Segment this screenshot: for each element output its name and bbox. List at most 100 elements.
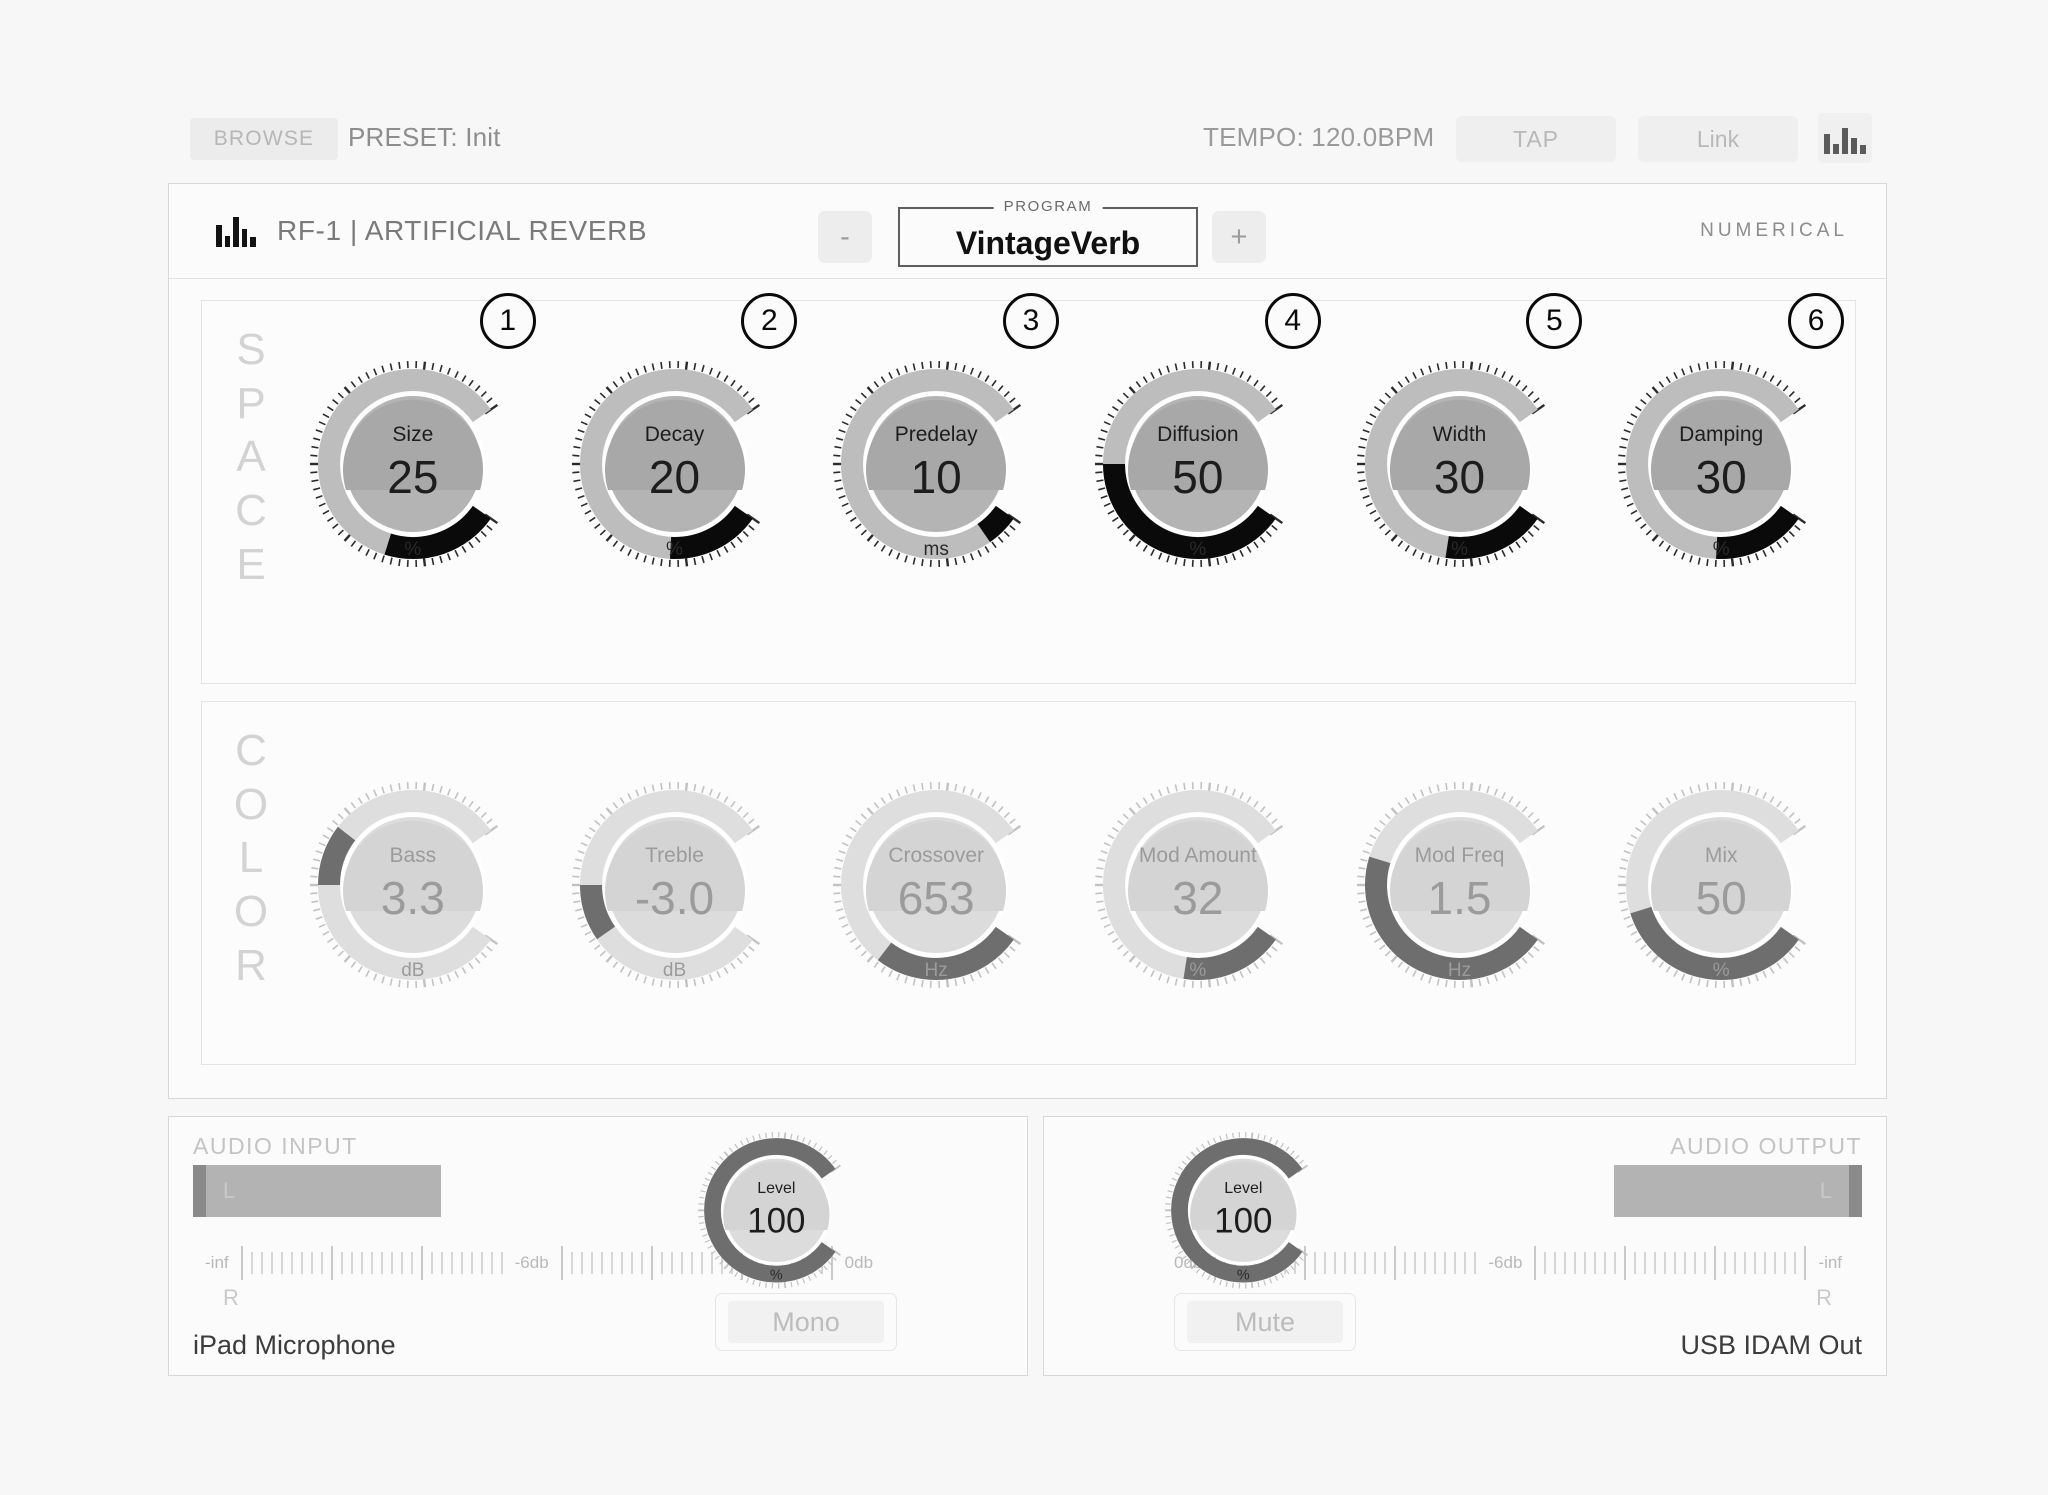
- knob-crossover[interactable]: Crossover 653 Hz: [829, 778, 1043, 992]
- mono-button[interactable]: Mono: [715, 1293, 897, 1351]
- knob-unit: %: [1236, 1267, 1250, 1284]
- knob-unit: %: [1712, 539, 1730, 560]
- color-section: COLOR Bass 3.3 dB Treble -3.0 dB Crossover 653 H…: [201, 701, 1856, 1065]
- program-prev-button[interactable]: -: [818, 211, 872, 263]
- space-section-label: SPACE: [224, 323, 278, 591]
- preset-label[interactable]: PRESET: Init: [348, 122, 501, 153]
- browse-label: BROWSE: [213, 127, 315, 150]
- knob-badge-2: 2: [741, 293, 798, 349]
- knob-slot: Width 30% 5: [1329, 293, 1591, 571]
- plugin-window: BROWSE PRESET: Init TEMPO: 120.0BPM TAP …: [0, 0, 2048, 1495]
- knob-mod-amount[interactable]: Mod Amount 32%: [1091, 778, 1305, 992]
- program-legend: PROGRAM: [993, 198, 1103, 215]
- knob-size[interactable]: Size 25%: [306, 357, 520, 571]
- browse-button[interactable]: BROWSE: [190, 118, 338, 160]
- knob-decay[interactable]: Decay 20%: [568, 357, 782, 571]
- knob-slot: Treble -3.0 dB: [544, 702, 806, 992]
- scale-label-mid: -6db: [514, 1253, 549, 1272]
- section-label-letter: C: [235, 486, 267, 536]
- plugin-header: RF-1 | ARTIFICIAL REVERB - PROGRAM Vinta…: [169, 184, 1886, 279]
- program-next-button[interactable]: +: [1212, 211, 1266, 263]
- audio-output-channel-l-label: L: [1819, 1178, 1832, 1203]
- mute-button[interactable]: Mute: [1174, 1293, 1356, 1351]
- knob-unit: %: [1189, 539, 1207, 560]
- knob-level[interactable]: Level 100%: [695, 1129, 858, 1292]
- section-label-letter: E: [236, 539, 266, 589]
- knob-slot: Crossover 653 Hz: [805, 702, 1067, 992]
- audio-input-panel: AUDIO INPUT L -inf -6db 0db R iPad Microph…: [168, 1116, 1028, 1376]
- knob-bass[interactable]: Bass 3.3 dB: [306, 778, 520, 992]
- tap-button[interactable]: TAP: [1456, 116, 1616, 162]
- knob-unit: dB: [662, 960, 687, 981]
- section-label-letter: S: [236, 325, 266, 374]
- space-knob-row: Size 25% 1 Decay 20% 2 Predelay 10 ms 3 Diffusion 5…: [282, 293, 1852, 683]
- knob-mix[interactable]: Mix 50%: [1614, 778, 1828, 992]
- knob-slot: Decay 20% 2: [544, 293, 806, 571]
- plugin-title: RF-1 | ARTIFICIAL REVERB: [277, 215, 648, 246]
- section-label-letter: O: [233, 779, 269, 829]
- brand-label: NUMERICAL: [1700, 220, 1848, 241]
- knob-slot: Diffusion 50% 4: [1067, 293, 1329, 571]
- program-selector[interactable]: PROGRAM VintageVerb: [898, 198, 1198, 267]
- plugin-panel: RF-1 | ARTIFICIAL REVERB - PROGRAM Vinta…: [168, 183, 1887, 1099]
- knob-unit: %: [769, 1267, 783, 1284]
- knob-badge-5: 5: [1526, 293, 1583, 349]
- link-label: Link: [1696, 125, 1740, 152]
- program-next-label: +: [1230, 220, 1248, 253]
- space-section: SPACE Size 25% 1 Decay 20% 2 Predelay 10 ms 3 Diff…: [201, 293, 1856, 684]
- knob-level[interactable]: Level 100%: [1162, 1129, 1325, 1292]
- knob-diffusion[interactable]: Diffusion 50%: [1091, 357, 1305, 571]
- knob-unit: dB: [401, 960, 425, 981]
- knob-unit: ms: [923, 539, 949, 560]
- color-section-label: COLOR: [224, 724, 278, 992]
- knob-unit: Hz: [924, 960, 948, 981]
- knob-slot: Mix 50%: [1590, 702, 1852, 992]
- knob-damping[interactable]: Damping 30%: [1614, 357, 1828, 571]
- numerical-logo-icon[interactable]: [1818, 113, 1872, 163]
- knob-unit: %: [1712, 960, 1730, 981]
- audio-input-channel-l-label: L: [223, 1178, 236, 1203]
- scale-label-end: -inf: [1818, 1253, 1843, 1272]
- knob-mod-freq[interactable]: Mod Freq 1.5 Hz: [1353, 778, 1567, 992]
- knob-unit: %: [666, 539, 683, 560]
- knob-badge-6: 6: [1788, 293, 1845, 349]
- section-label-letter: C: [235, 726, 267, 775]
- knob-badge-1: 1: [479, 293, 536, 349]
- audio-input-device[interactable]: iPad Microphone: [193, 1330, 396, 1361]
- audio-input-channel-r-label: R: [223, 1285, 239, 1310]
- audio-output-level-meter-l[interactable]: L: [1614, 1165, 1862, 1217]
- knob-unit: %: [1189, 960, 1207, 981]
- mono-label: Mono: [728, 1301, 884, 1343]
- tempo-label[interactable]: TEMPO: 120.0BPM: [1203, 122, 1434, 153]
- knob-slot: Size 25% 1: [282, 293, 544, 571]
- section-label-letter: P: [236, 378, 266, 428]
- knob-unit: %: [404, 539, 422, 560]
- scale-tick-group: [1534, 1235, 1807, 1291]
- audio-output-title: AUDIO OUTPUT: [1670, 1133, 1862, 1159]
- knob-treble[interactable]: Treble -3.0 dB: [568, 778, 782, 992]
- knob-predelay[interactable]: Predelay 10 ms: [829, 357, 1043, 571]
- audio-output-panel: AUDIO OUTPUT L 0db -6db -inf R USB IDAM Ou…: [1043, 1116, 1887, 1376]
- color-knob-row: Bass 3.3 dB Treble -3.0 dB Crossover 653 Hz Mod A…: [282, 702, 1852, 1064]
- mute-label: Mute: [1187, 1301, 1343, 1343]
- scale-tick-group: [240, 1235, 503, 1291]
- knob-slot: Damping 30% 6: [1590, 293, 1852, 571]
- section-label-letter: R: [235, 940, 267, 990]
- audio-input-title: AUDIO INPUT: [193, 1133, 358, 1159]
- knob-unit: %: [1451, 539, 1468, 560]
- audio-output-channel-r-label: R: [1816, 1285, 1832, 1310]
- section-label-letter: A: [236, 432, 266, 482]
- program-value: VintageVerb: [955, 225, 1141, 261]
- knob-slot: Mod Amount 32%: [1067, 702, 1329, 992]
- knob-width[interactable]: Width 30%: [1353, 357, 1567, 571]
- knob-slot: Mod Freq 1.5 Hz: [1329, 702, 1591, 992]
- program-prev-label: -: [840, 220, 850, 253]
- audio-output-device[interactable]: USB IDAM Out: [1680, 1330, 1862, 1361]
- tap-label: TAP: [1512, 125, 1560, 152]
- plugin-logo-icon: [216, 214, 256, 247]
- knob-unit: Hz: [1447, 960, 1472, 981]
- audio-input-level-meter-l[interactable]: L: [193, 1165, 441, 1217]
- link-button[interactable]: Link: [1638, 116, 1798, 162]
- knob-badge-4: 4: [1264, 293, 1321, 349]
- scale-label-mid: -6db: [1488, 1253, 1523, 1272]
